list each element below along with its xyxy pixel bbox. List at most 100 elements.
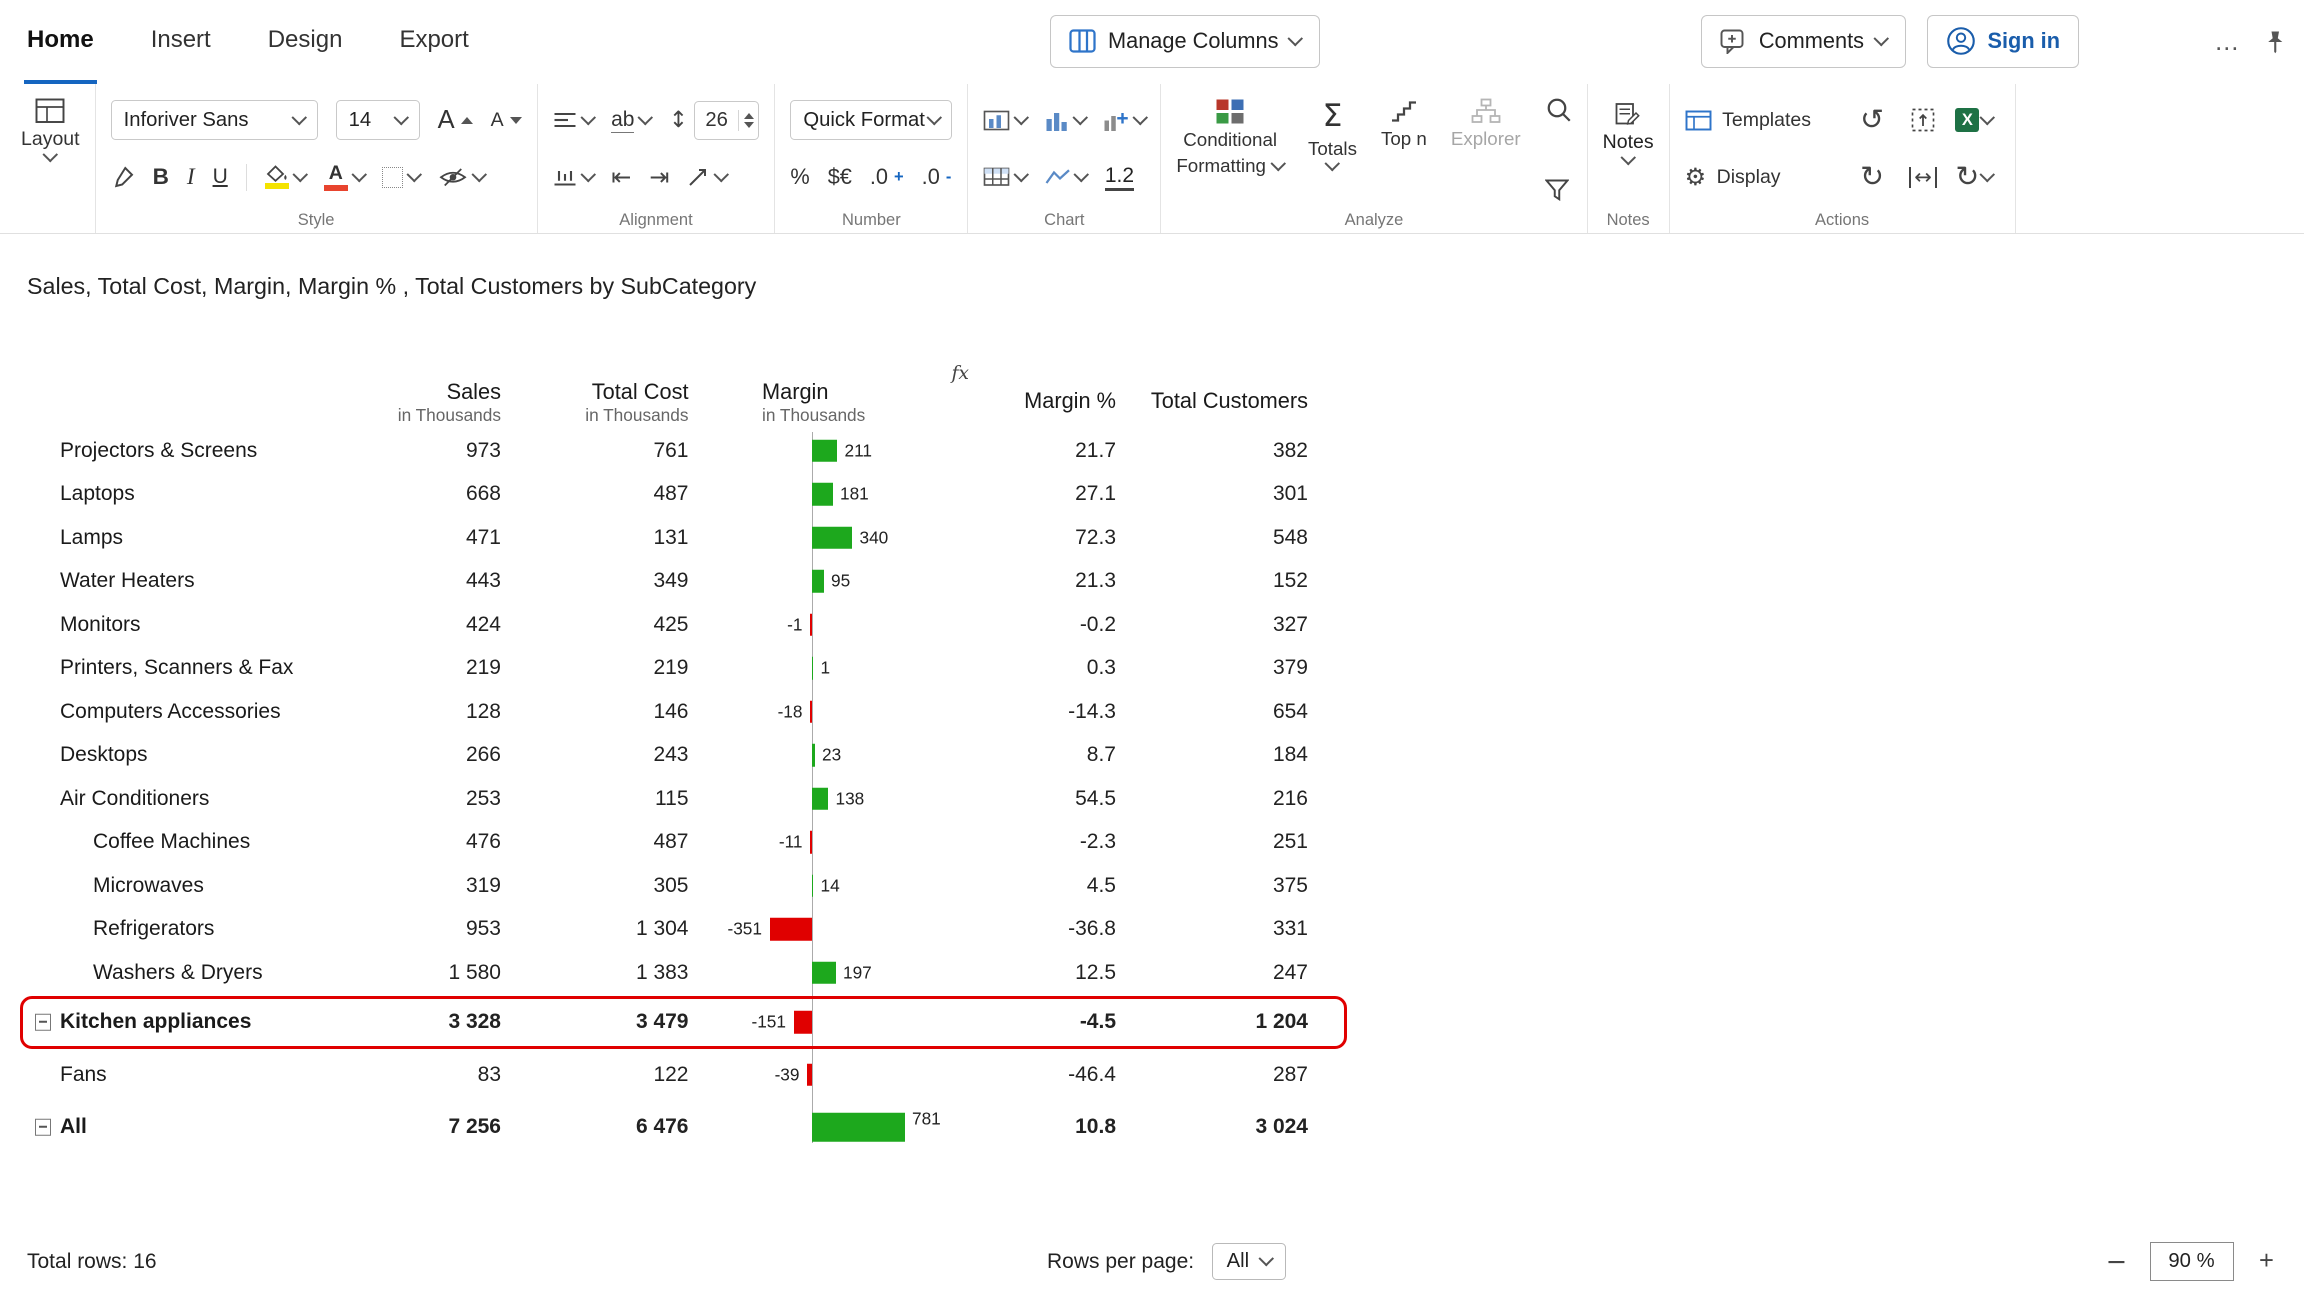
table-row[interactable]: Microwaves319305144.5375 bbox=[27, 864, 1329, 908]
italic-button[interactable]: I bbox=[187, 164, 195, 191]
tab-export[interactable]: Export bbox=[396, 0, 471, 84]
refresh-button[interactable]: ↻ bbox=[1949, 163, 2000, 192]
chevron-down-icon bbox=[1073, 110, 1088, 125]
rows-per-page-select[interactable]: All bbox=[1212, 1243, 1286, 1280]
table-row[interactable]: Washers & Dryers1 5801 38319712.5247 bbox=[27, 951, 1329, 995]
table-row[interactable]: Coffee Machines476487-11-2.3251 bbox=[27, 821, 1329, 865]
number-format-button[interactable]: 1.2 bbox=[1105, 164, 1134, 191]
borders-button[interactable] bbox=[382, 167, 420, 188]
conditional-formatting-button[interactable]: Conditional Formatting bbox=[1176, 93, 1284, 177]
increase-indent-button[interactable]: ⇥ bbox=[649, 163, 669, 191]
column-header-total-customers[interactable]: Total Customers bbox=[1125, 357, 1317, 426]
decrease-decimal-button[interactable]: .0- bbox=[922, 164, 952, 190]
collapse-icon[interactable] bbox=[35, 1014, 52, 1031]
display-button[interactable]: ⚙ Display bbox=[1685, 163, 1847, 191]
font-color-button[interactable]: A bbox=[324, 164, 365, 191]
table-row[interactable]: Kitchen appliances3 3283 479-151-4.51 20… bbox=[27, 1001, 1329, 1045]
underline-button[interactable]: U bbox=[213, 165, 228, 189]
table-row[interactable]: Lamps47113134072.3548 bbox=[27, 516, 1329, 560]
bold-button[interactable]: B bbox=[153, 164, 169, 190]
tab-home[interactable]: Home bbox=[24, 0, 97, 84]
table-row[interactable]: Refrigerators9531 304-351-36.8331 bbox=[27, 908, 1329, 952]
chevron-down-icon bbox=[580, 110, 595, 125]
table-row[interactable]: Printers, Scanners & Fax21921910.3379 bbox=[27, 647, 1329, 691]
table-view-button[interactable] bbox=[983, 167, 1027, 187]
table-row[interactable]: Monitors424425-1-0.2327 bbox=[27, 603, 1329, 647]
table-row[interactable]: Fans83122-39-46.4287 bbox=[27, 1053, 1329, 1097]
decrease-indent-button[interactable]: ⇤ bbox=[611, 163, 631, 191]
margin-value: -351 bbox=[727, 919, 762, 940]
tab-design[interactable]: Design bbox=[265, 0, 346, 84]
hide-values-button[interactable] bbox=[438, 166, 485, 189]
sparkline-button[interactable] bbox=[1045, 168, 1087, 186]
table-row[interactable]: Computers Accessories128146-18-14.3654 bbox=[27, 690, 1329, 734]
collapse-icon[interactable] bbox=[35, 1119, 52, 1136]
table-row[interactable]: Desktops266243238.7184 bbox=[27, 734, 1329, 778]
margin-cell: -351 bbox=[698, 908, 976, 952]
notes-button[interactable]: Notes bbox=[1603, 92, 1654, 163]
ribbon-group-analyze: Conditional Formatting Σ Totals Top n Ex… bbox=[1161, 84, 1587, 233]
column-header-margin-pct[interactable]: Margin % bbox=[975, 357, 1125, 426]
manage-columns-button[interactable]: Manage Columns bbox=[1050, 15, 1320, 68]
chevron-down-icon bbox=[407, 167, 422, 182]
fit-width-icon[interactable]: ↔ bbox=[1909, 167, 1937, 188]
zoom-in-button[interactable]: + bbox=[2253, 1247, 2280, 1276]
pin-icon[interactable] bbox=[2264, 30, 2287, 54]
text-orientation-button[interactable] bbox=[687, 167, 726, 188]
table-row[interactable]: Laptops66848718127.1301 bbox=[27, 473, 1329, 517]
filter-icon[interactable] bbox=[1545, 179, 1569, 202]
vertical-align-button[interactable] bbox=[553, 168, 594, 186]
column-header-margin[interactable]: fx Margin in Thousands bbox=[698, 357, 976, 426]
layout-button[interactable]: Layout bbox=[21, 92, 80, 160]
margin-value: 211 bbox=[845, 440, 873, 461]
undo-icon[interactable]: ↺ bbox=[1860, 106, 1884, 135]
table-row[interactable]: All7 2566 47678110.83 024 bbox=[27, 1106, 1329, 1150]
export-excel-button[interactable]: X bbox=[1949, 108, 2000, 132]
search-icon[interactable] bbox=[1545, 96, 1572, 123]
increase-decimal-button[interactable]: .0+ bbox=[870, 164, 904, 190]
row-height-control[interactable]: ↕ 26 bbox=[669, 101, 759, 140]
horizontal-align-button[interactable] bbox=[553, 111, 594, 129]
margin-cell: 95 bbox=[698, 560, 976, 604]
table-icon bbox=[983, 167, 1010, 187]
zoom-out-button[interactable]: − bbox=[2103, 1247, 2130, 1277]
sales-value: 953 bbox=[360, 917, 510, 941]
decrease-font-size-button[interactable]: A bbox=[491, 109, 522, 132]
explorer-button[interactable]: Explorer bbox=[1451, 93, 1521, 149]
row-label: Kitchen appliances bbox=[27, 1010, 360, 1034]
cell-chart-icon bbox=[983, 110, 1010, 131]
column-header-sales[interactable]: Sales in Thousands bbox=[360, 357, 510, 426]
percent-format-button[interactable]: % bbox=[790, 164, 809, 190]
currency-format-button[interactable]: $€ bbox=[828, 164, 852, 190]
fill-color-button[interactable] bbox=[265, 165, 306, 189]
table-row[interactable]: Water Heaters4433499521.3152 bbox=[27, 560, 1329, 604]
table-row[interactable]: Projectors & Screens97376121121.7382 bbox=[27, 429, 1329, 473]
chevron-down-icon bbox=[352, 167, 367, 182]
row-height-spinner[interactable]: 26 bbox=[694, 101, 760, 140]
table-row[interactable]: Air Conditioners25311513854.5216 bbox=[27, 777, 1329, 821]
comments-button[interactable]: Comments bbox=[1701, 15, 1906, 68]
totals-button[interactable]: Σ Totals bbox=[1308, 93, 1357, 169]
column-header-total-cost[interactable]: Total Cost in Thousands bbox=[510, 357, 698, 426]
bar-chart-button[interactable] bbox=[1045, 110, 1086, 131]
refresh-icon: ↻ bbox=[1955, 163, 1979, 192]
wrap-text-button[interactable]: ab bbox=[611, 108, 651, 133]
increase-font-size-button[interactable]: A bbox=[438, 106, 473, 135]
spinner-arrows[interactable] bbox=[738, 110, 758, 131]
format-painter-button[interactable] bbox=[111, 165, 135, 189]
triangle-down-icon bbox=[510, 117, 522, 124]
more-options-icon[interactable]: … bbox=[2214, 28, 2243, 57]
quick-format-select[interactable]: Quick Format bbox=[790, 100, 952, 141]
redo-icon[interactable]: ↻ bbox=[1860, 163, 1884, 192]
sign-in-button[interactable]: Sign in bbox=[1927, 15, 2080, 68]
font-family-select[interactable]: Inforiver Sans bbox=[111, 100, 318, 141]
top-n-button[interactable]: Top n bbox=[1381, 93, 1427, 149]
font-size-select[interactable]: 14 bbox=[336, 100, 420, 141]
cell-chart-button[interactable] bbox=[983, 110, 1027, 131]
fx-icon[interactable]: fx bbox=[951, 363, 969, 384]
add-chart-button[interactable] bbox=[1103, 110, 1145, 131]
zoom-level[interactable]: 90 % bbox=[2150, 1242, 2234, 1281]
templates-button[interactable]: Templates bbox=[1685, 109, 1847, 132]
resize-icon[interactable] bbox=[1911, 108, 1935, 132]
tab-insert[interactable]: Insert bbox=[148, 0, 214, 84]
